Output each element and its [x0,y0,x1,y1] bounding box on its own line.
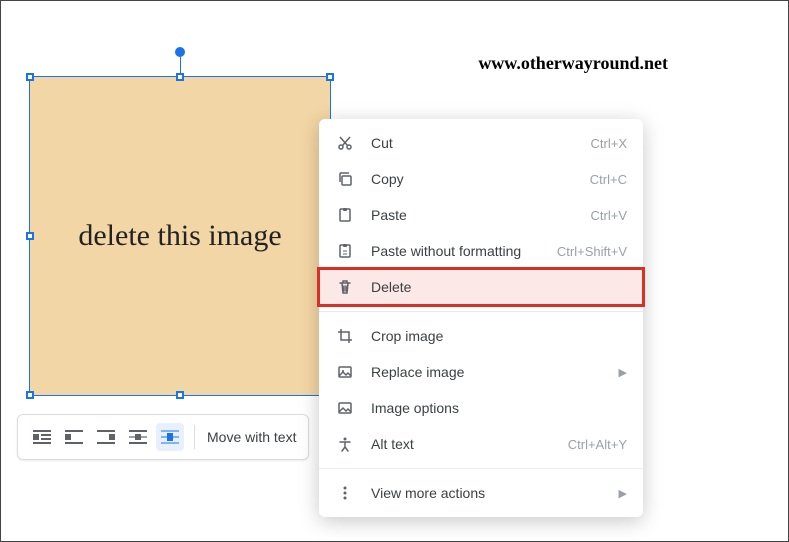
menu-item-paste[interactable]: Paste Ctrl+V [319,197,643,233]
image-icon [335,362,355,382]
menu-shortcut: Ctrl+V [591,208,627,223]
wrap-inline-icon [33,430,51,444]
wrap-break-left-button[interactable] [60,423,88,451]
rotation-line [180,55,181,73]
menu-item-alt-text[interactable]: Alt text Ctrl+Alt+Y [319,426,643,462]
wrap-break-right-button[interactable] [92,423,120,451]
wrap-front-button[interactable] [156,423,184,451]
menu-item-view-more-actions[interactable]: View more actions ▶ [319,475,643,511]
image-toolbar: Move with text [17,414,309,460]
image-options-icon [335,398,355,418]
menu-item-image-options[interactable]: Image options [319,390,643,426]
resize-handle-sw[interactable] [26,391,34,399]
menu-shortcut: Ctrl+C [590,172,627,187]
resize-handle-w[interactable] [26,232,34,240]
menu-item-paste-without-formatting[interactable]: Paste without formatting Ctrl+Shift+V [319,233,643,269]
menu-label: Replace image [371,364,611,380]
menu-label: Paste [371,207,591,223]
wrap-break-left-icon [65,430,83,444]
toolbar-separator [194,425,195,449]
image-caption: delete this image [78,219,281,253]
submenu-arrow-icon: ▶ [611,487,627,500]
wrap-behind-icon [129,430,147,444]
menu-label: Alt text [371,436,568,452]
resize-handle-s[interactable] [176,391,184,399]
wrap-front-icon [161,430,179,444]
menu-separator [319,468,643,469]
crop-icon [335,326,355,346]
trash-icon [335,277,355,297]
menu-item-crop-image[interactable]: Crop image [319,318,643,354]
menu-label: View more actions [371,485,611,501]
menu-label: Delete [371,279,627,295]
menu-item-delete[interactable]: Delete [319,269,643,305]
submenu-arrow-icon: ▶ [611,366,627,379]
paste-plain-icon [335,241,355,261]
wrap-behind-button[interactable] [124,423,152,451]
menu-label: Copy [371,171,590,187]
resize-handle-n[interactable] [176,73,184,81]
menu-shortcut: Ctrl+X [591,136,627,151]
menu-label: Image options [371,400,627,416]
copy-icon [335,169,355,189]
menu-shortcut: Ctrl+Shift+V [557,244,627,259]
more-vertical-icon [335,483,355,503]
selected-image[interactable]: delete this image [29,76,331,396]
menu-shortcut: Ctrl+Alt+Y [568,437,627,452]
context-menu: Cut Ctrl+X Copy Ctrl+C Paste Ctrl+V Past… [319,119,643,517]
menu-label: Crop image [371,328,627,344]
menu-item-copy[interactable]: Copy Ctrl+C [319,161,643,197]
resize-handle-ne[interactable] [326,73,334,81]
rotation-handle[interactable] [175,47,185,57]
paste-icon [335,205,355,225]
accessibility-icon [335,434,355,454]
menu-label: Paste without formatting [371,243,557,259]
wrap-inline-button[interactable] [28,423,56,451]
wrap-break-right-icon [97,430,115,444]
menu-item-replace-image[interactable]: Replace image ▶ [319,354,643,390]
move-with-text-label[interactable]: Move with text [203,429,300,445]
menu-item-cut[interactable]: Cut Ctrl+X [319,125,643,161]
resize-handle-nw[interactable] [26,73,34,81]
cut-icon [335,133,355,153]
menu-separator [319,311,643,312]
watermark-text: www.otherwayround.net [478,53,668,74]
menu-label: Cut [371,135,591,151]
